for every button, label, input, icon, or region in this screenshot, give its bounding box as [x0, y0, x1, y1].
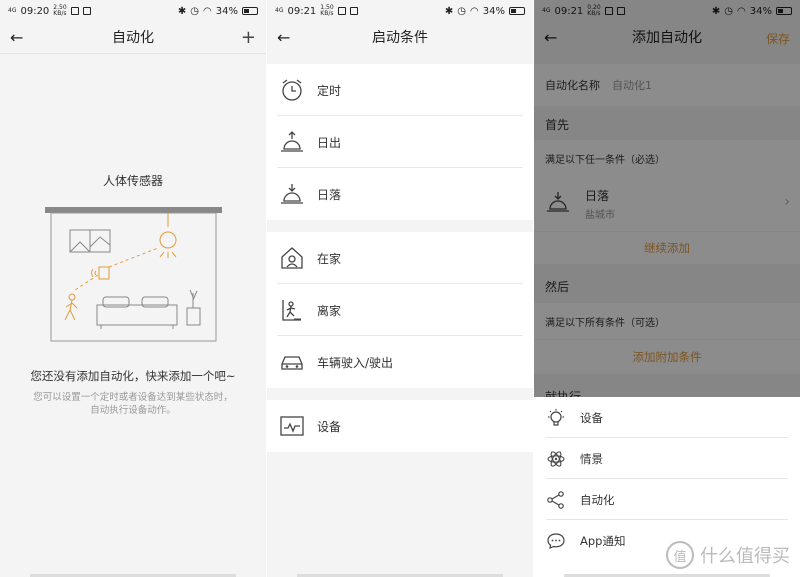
bluetooth-icon: ✱ — [177, 5, 187, 17]
condition-label: 日落 — [317, 187, 342, 202]
share-nodes-icon — [546, 490, 566, 510]
sunrise-icon — [277, 127, 307, 157]
action-scene[interactable]: 情景 — [534, 438, 800, 479]
signal-indicator: 4G — [8, 7, 17, 14]
signal-indicator: 4G — [275, 7, 284, 14]
empty-state-hint: 您可以设置一个定时或者设备达到某些状态时，自动执行设备动作。 — [33, 392, 233, 416]
condition-sunrise[interactable]: 日出 — [267, 116, 533, 168]
device-conditions-group: 设备 — [267, 400, 533, 452]
atom-icon — [546, 449, 566, 469]
action-label: 设备 — [580, 410, 603, 425]
battery-icon — [509, 7, 525, 15]
app-header: ← 自动化 + — [0, 22, 266, 52]
page-title: 自动化 — [112, 30, 154, 46]
status-bar: 4G 09:20 2.50 KB/s ✱ ◷ ◠ 34% — [0, 0, 266, 22]
page-title: 启动条件 — [372, 30, 428, 46]
alarm-icon: ◷ — [190, 5, 200, 17]
condition-timer[interactable]: 定时 — [267, 64, 533, 116]
action-label: 自动化 — [580, 492, 615, 507]
status-bar: 4G 09:21 1.50 KB/s ✱ ◷ ◠ 34% — [267, 0, 533, 22]
home-icon — [277, 243, 307, 273]
condition-label: 定时 — [317, 83, 342, 98]
bluetooth-icon: ✱ — [444, 5, 454, 17]
condition-label: 车辆驶入/驶出 — [317, 355, 394, 370]
notification-icon — [70, 7, 79, 15]
condition-label: 日出 — [317, 135, 342, 150]
condition-sunset[interactable]: 日落 — [267, 168, 533, 220]
leave-home-icon — [277, 295, 307, 325]
condition-device[interactable]: 设备 — [267, 400, 533, 452]
location-conditions-group: 在家 离家 车辆驶入/驶出 — [267, 232, 533, 388]
condition-leave-home[interactable]: 离家 — [267, 284, 533, 336]
automation-list-screen: 4G 09:20 2.50 KB/s ✱ ◷ ◠ 34% ← 自动化 + 人体传感… — [0, 0, 266, 577]
wifi-icon: ◠ — [470, 5, 479, 17]
empty-state-message: 您还没有添加自动化，快来添加一个吧~ — [30, 369, 236, 383]
illustration-title: 人体传感器 — [102, 174, 163, 188]
condition-label: 离家 — [317, 303, 342, 318]
battery-icon — [242, 7, 258, 15]
car-icon — [277, 347, 307, 377]
time-conditions-group: 定时 日出 日落 — [267, 64, 533, 220]
chat-bubble-icon — [546, 531, 566, 551]
condition-label: 设备 — [317, 419, 342, 434]
app-header: ← 启动条件 — [267, 22, 533, 52]
divider — [0, 53, 266, 54]
action-label: 情景 — [580, 451, 603, 466]
sunset-icon — [277, 179, 307, 209]
watermark: 值 什么值得买 — [666, 541, 790, 569]
alarm-clock-icon — [277, 75, 307, 105]
net-speed: 1.50 KB/s — [320, 4, 334, 17]
action-device[interactable]: 设备 — [534, 397, 800, 438]
back-arrow-icon[interactable]: ← — [10, 28, 23, 47]
status-time: 09:21 — [287, 5, 317, 17]
net-speed: 2.50 KB/s — [53, 4, 67, 17]
back-arrow-icon[interactable]: ← — [277, 28, 290, 47]
trigger-conditions-screen: 4G 09:21 1.50 KB/s ✱ ◷ ◠ 34% ← 启动条件 定时 日… — [267, 0, 533, 577]
condition-vehicle[interactable]: 车辆驶入/驶出 — [267, 336, 533, 388]
notification-icon — [82, 7, 91, 15]
bulb-icon — [546, 408, 566, 428]
battery-percent: 34% — [482, 5, 505, 17]
action-label: App通知 — [580, 533, 626, 548]
action-automation[interactable]: 自动化 — [534, 479, 800, 520]
notification-icon — [349, 7, 358, 15]
wifi-icon: ◠ — [203, 5, 212, 17]
add-automation-screen: 4G 09:21 0.20 KB/s ✱ ◷ ◠ 34% ← 添加自动化 保存 自… — [534, 0, 800, 577]
motion-sensor-illustration-icon — [45, 207, 222, 342]
device-icon — [277, 411, 307, 441]
watermark-logo-icon: 值 — [666, 541, 694, 569]
notification-icon — [337, 7, 346, 15]
alarm-icon: ◷ — [457, 5, 467, 17]
modal-backdrop[interactable] — [534, 0, 800, 397]
condition-at-home[interactable]: 在家 — [267, 232, 533, 284]
status-time: 09:20 — [20, 5, 50, 17]
condition-label: 在家 — [317, 251, 342, 266]
add-automation-button[interactable]: + — [241, 27, 256, 48]
battery-percent: 34% — [215, 5, 238, 17]
watermark-text: 什么值得买 — [700, 546, 790, 567]
